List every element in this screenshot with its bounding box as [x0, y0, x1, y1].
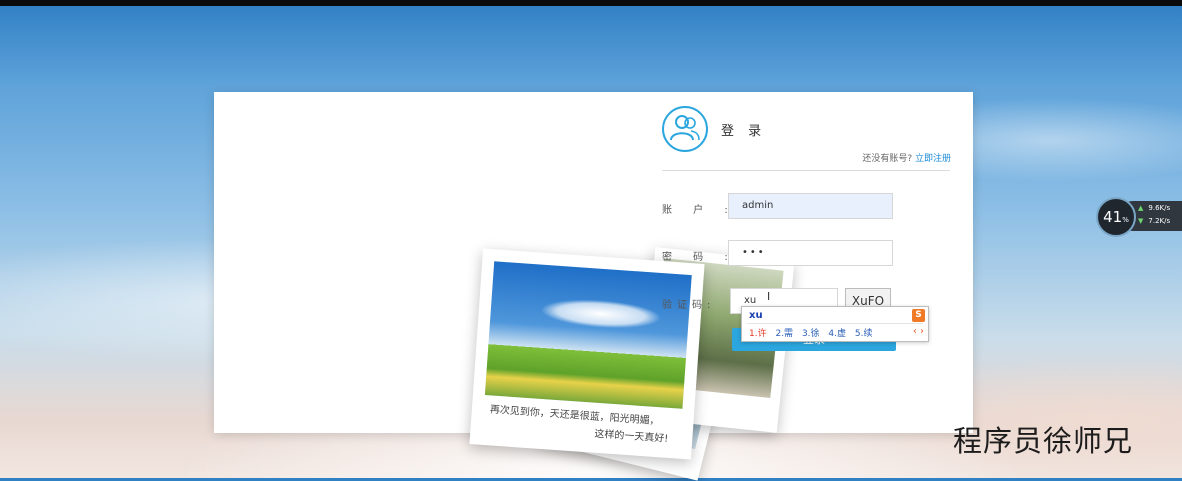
login-title: 登 录: [721, 124, 767, 139]
divider: [662, 170, 950, 171]
register-prompt: 还没有账号? 立即注册: [862, 151, 951, 164]
password-input[interactable]: •••: [728, 240, 893, 266]
ime-page-nav[interactable]: ‹ ›: [913, 326, 924, 337]
ime-candidate[interactable]: 4.虚: [828, 329, 846, 339]
register-prompt-text: 还没有账号?: [862, 154, 913, 164]
sogou-logo-icon: S: [912, 309, 925, 322]
ime-composition: xu: [749, 310, 763, 321]
top-bar: [0, 0, 1182, 6]
network-speed-widget[interactable]: 41% ▲ 9.6K/s ▼ 7.2K/s: [1096, 197, 1182, 237]
cpu-percent: 41%: [1096, 197, 1136, 237]
ime-candidate[interactable]: 1.许: [749, 329, 767, 339]
photo-caption: 再次见到你，天还是很蓝，阳光明媚， 这样的一天真好!: [488, 401, 684, 448]
text-cursor-icon: I: [767, 290, 771, 303]
ime-candidate[interactable]: 2.需: [775, 329, 793, 339]
landscape-image: [484, 261, 692, 409]
captcha-label: 验证码:: [662, 300, 716, 311]
password-label: 密 码 :: [662, 252, 737, 263]
register-link[interactable]: 立即注册: [915, 154, 951, 164]
ime-candidate[interactable]: 5.续: [855, 329, 873, 339]
photo-landscape: 再次见到你，天还是很蓝，阳光明媚， 这样的一天真好!: [469, 248, 705, 460]
login-card: 再次见到你，天还是很蓝，阳光明媚， 这样的一天真好! 登 录 还没有账号? 立即…: [214, 92, 973, 481]
ime-candidate[interactable]: 3.徐: [802, 329, 820, 339]
account-label: 账 户 :: [662, 205, 737, 216]
ime-candidates: 1.许 2.需 3.徐 4.虚 5.续: [749, 326, 878, 339]
user-group-icon: [662, 106, 708, 152]
account-input[interactable]: admin: [728, 193, 893, 219]
upload-speed: ▲ 9.6K/s: [1138, 204, 1171, 212]
download-speed: ▼ 7.2K/s: [1138, 217, 1171, 225]
watermark-text: 程序员徐师兄: [953, 424, 1134, 458]
ime-candidate-popup: xu S 1.许 2.需 3.徐 4.虚 5.续 ‹ ›: [741, 306, 929, 342]
